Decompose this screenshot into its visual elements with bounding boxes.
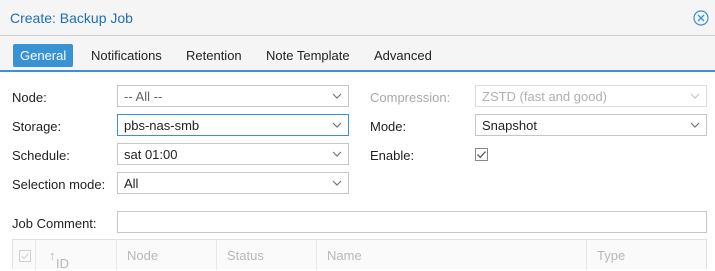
chevron-down-icon [332, 180, 342, 186]
tab-bar: General Notifications Retention Note Tem… [0, 36, 715, 72]
tab-notifications[interactable]: Notifications [84, 44, 169, 67]
guest-grid-header: ID ↑ Node Status Name Type [12, 239, 707, 271]
enable-label: Enable: [370, 148, 415, 163]
tab-retention[interactable]: Retention [179, 44, 249, 67]
tab-note-template[interactable]: Note Template [259, 44, 357, 67]
column-node[interactable]: Node [117, 240, 217, 270]
checkbox-icon[interactable] [19, 250, 31, 262]
storage-value: pbs-nas-smb [124, 118, 200, 133]
node-label: Node: [12, 90, 47, 105]
column-type-label: Type [597, 248, 626, 263]
mode-select[interactable]: Snapshot [475, 114, 707, 136]
compression-value: ZSTD (fast and good) [482, 89, 607, 104]
enable-checkbox[interactable] [475, 148, 488, 161]
column-type[interactable]: Type [587, 240, 706, 270]
compression-label: Compression: [370, 90, 451, 105]
column-node-label: Node [127, 248, 159, 263]
storage-select[interactable]: pbs-nas-smb [117, 114, 349, 136]
storage-label: Storage: [12, 119, 62, 134]
schedule-label: Schedule: [12, 148, 70, 163]
chevron-down-icon [690, 93, 700, 99]
column-name-label: Name [327, 248, 362, 263]
chevron-down-icon [690, 122, 700, 128]
selection-mode-select[interactable]: All [117, 172, 349, 194]
job-comment-label: Job Comment: [12, 216, 97, 231]
window-title: Create: Backup Job [10, 10, 133, 26]
column-id[interactable]: ID ↑ [36, 240, 117, 271]
tab-general[interactable]: General [13, 44, 74, 67]
window-header: Create: Backup Job [0, 0, 715, 36]
node-value: -- All -- [124, 89, 163, 104]
tab-underline [0, 70, 715, 72]
mode-value: Snapshot [482, 118, 537, 133]
sort-asc-icon: ↑ [49, 248, 56, 263]
chevron-down-icon [332, 151, 342, 157]
select-all-column[interactable] [13, 240, 36, 270]
schedule-value: sat 01:00 [124, 147, 178, 162]
close-icon[interactable] [693, 10, 709, 26]
schedule-select[interactable]: sat 01:00 [117, 143, 349, 165]
job-comment-input[interactable] [117, 211, 707, 233]
selection-mode-value: All [124, 176, 139, 191]
selection-mode-label: Selection mode: [12, 177, 106, 192]
node-select[interactable]: -- All -- [117, 85, 349, 107]
mode-label: Mode: [370, 119, 407, 134]
compression-select: ZSTD (fast and good) [475, 85, 707, 107]
column-name[interactable]: Name [317, 240, 587, 270]
tab-advanced[interactable]: Advanced [367, 44, 439, 67]
chevron-down-icon [332, 93, 342, 99]
column-status-label: Status [227, 248, 264, 263]
column-status[interactable]: Status [217, 240, 317, 270]
chevron-down-icon [332, 122, 342, 128]
